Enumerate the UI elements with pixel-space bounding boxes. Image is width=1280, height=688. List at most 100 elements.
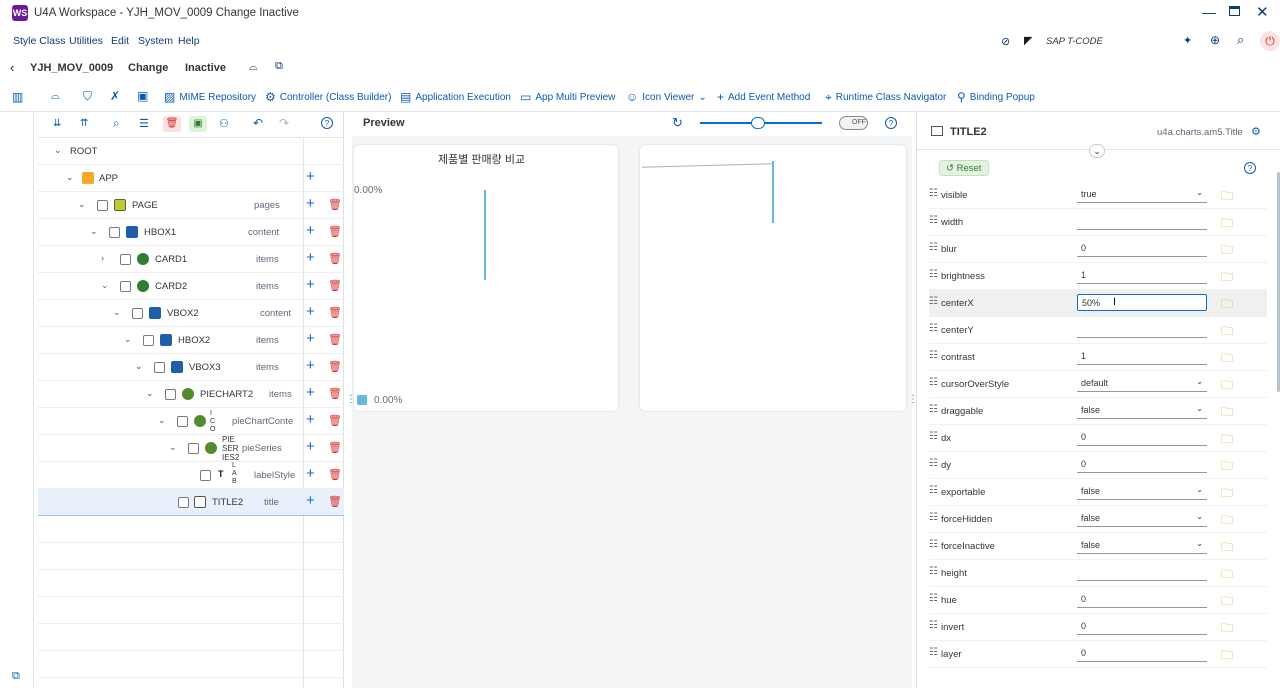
chevron-down-icon[interactable]: ⌄: [124, 334, 132, 345]
tree-row-vbox3[interactable]: ⌄ VBOX3 items + 🗑: [38, 354, 344, 381]
prop-input[interactable]: [1077, 213, 1207, 230]
prop-input[interactable]: 0: [1077, 618, 1207, 635]
mime-repository-button[interactable]: ▨ MIME Repository: [164, 91, 256, 103]
add-child-icon[interactable]: +: [306, 493, 315, 509]
binding-icon[interactable]: ☷: [929, 215, 938, 226]
delete-icon[interactable]: 🗑: [328, 441, 342, 454]
maximize-icon[interactable]: [1229, 6, 1240, 16]
menu-system[interactable]: System: [138, 35, 173, 47]
search-icon[interactable]: ⌕: [1237, 32, 1244, 48]
chevron-down-icon[interactable]: ⌄: [146, 388, 154, 399]
tree-row-pieseries2[interactable]: ⌄ PIE SER IES2 pieSeries + 🗑: [38, 435, 344, 462]
controller-button[interactable]: ⚙ Controller (Class Builder): [265, 91, 391, 103]
prop-select[interactable]: false ⌄: [1077, 510, 1207, 527]
binding-icon[interactable]: ☷: [929, 539, 938, 550]
copy-node-button[interactable]: ▣: [189, 116, 207, 132]
preview-toggle[interactable]: OFF: [839, 116, 868, 130]
menu-edit[interactable]: Edit: [111, 35, 129, 47]
add-child-icon[interactable]: +: [306, 412, 315, 428]
power-button[interactable]: ⏻: [1260, 31, 1280, 51]
prop-select[interactable]: false ⌄: [1077, 402, 1207, 419]
redo-icon[interactable]: ↷: [279, 116, 289, 130]
prop-input[interactable]: 1: [1077, 348, 1207, 365]
tree-row-root[interactable]: ⌄ ROOT: [38, 138, 344, 165]
delete-icon[interactable]: 🗑: [328, 387, 342, 400]
back-icon[interactable]: ‹: [10, 60, 14, 75]
prop-input[interactable]: 1: [1077, 267, 1207, 284]
add-child-icon[interactable]: +: [306, 358, 315, 374]
settings-icon[interactable]: ⚙: [1251, 125, 1261, 138]
tools-icon[interactable]: ✗: [110, 89, 120, 103]
node-checkbox[interactable]: [143, 335, 154, 346]
binding-icon[interactable]: ☷: [929, 323, 938, 334]
node-checkbox[interactable]: [120, 281, 131, 292]
add-event-button[interactable]: + Add Event Method: [717, 91, 810, 103]
chevron-down-icon[interactable]: ⌄: [78, 199, 86, 210]
help-icon[interactable]: ?: [1244, 162, 1256, 174]
folder-icon[interactable]: 🗀: [1221, 484, 1233, 505]
chevron-right-icon[interactable]: ›: [101, 253, 104, 263]
delete-icon[interactable]: 🗑: [328, 360, 342, 373]
prop-select[interactable]: false ⌄: [1077, 537, 1207, 554]
shield-icon[interactable]: ⛉: [83, 89, 92, 104]
folder-icon[interactable]: 🗀: [1221, 511, 1233, 532]
binding-icon[interactable]: ☷: [929, 269, 938, 280]
add-child-icon[interactable]: +: [306, 196, 315, 212]
chevron-down-icon[interactable]: ⌄: [90, 226, 98, 237]
binding-icon[interactable]: ☷: [929, 566, 938, 577]
delete-icon[interactable]: 🗑: [328, 495, 342, 508]
minimize-icon[interactable]: —: [1202, 4, 1216, 20]
folder-icon[interactable]: 🗀: [1221, 376, 1233, 397]
folder-icon[interactable]: 🗀: [1221, 241, 1233, 262]
chevron-down-icon[interactable]: ⌄: [101, 280, 109, 291]
runtime-navigator-button[interactable]: ⌖ Runtime Class Navigator: [825, 91, 946, 103]
add-child-icon[interactable]: +: [306, 277, 315, 293]
binding-icon[interactable]: ☷: [929, 620, 938, 631]
prop-select[interactable]: false ⌄: [1077, 483, 1207, 500]
flag-icon[interactable]: ◤: [1024, 34, 1032, 47]
hide-icon[interactable]: ⊘: [1001, 35, 1010, 48]
prop-input[interactable]: 0: [1077, 240, 1207, 257]
left-resize-handle[interactable]: ⋮: [346, 394, 356, 405]
chevron-down-icon[interactable]: ⌄: [135, 361, 143, 372]
tree-row-piechartcontainer[interactable]: ⌄ I C O pieChartConte + 🗑: [38, 408, 344, 435]
menu-style-class[interactable]: Style Class: [13, 35, 66, 47]
delete-icon[interactable]: 🗑: [328, 279, 342, 292]
chevron-down-icon[interactable]: ⌄: [113, 307, 121, 318]
add-child-icon[interactable]: +: [306, 304, 315, 320]
delete-icon[interactable]: 🗑: [328, 468, 342, 481]
glasses-toolbar-icon[interactable]: ⌓: [51, 90, 60, 103]
binding-icon[interactable]: ☷: [929, 188, 938, 199]
binding-icon[interactable]: ☷: [929, 458, 938, 469]
folder-icon[interactable]: 🗀: [1221, 295, 1233, 316]
folder-icon[interactable]: 🗀: [1221, 187, 1233, 208]
chevron-down-icon[interactable]: ⌄: [169, 442, 177, 453]
node-checkbox[interactable]: [120, 254, 131, 265]
prop-input[interactable]: 0: [1077, 645, 1207, 662]
add-child-icon[interactable]: +: [306, 385, 315, 401]
prop-input[interactable]: 0: [1077, 429, 1207, 446]
open-external-icon[interactable]: ⧉: [275, 60, 283, 73]
node-checkbox[interactable]: [154, 362, 165, 373]
help-icon[interactable]: ?: [885, 117, 897, 129]
slider-handle[interactable]: [751, 117, 765, 129]
node-checkbox[interactable]: [188, 443, 199, 454]
node-checkbox[interactable]: [132, 308, 143, 319]
binding-icon[interactable]: ☷: [929, 593, 938, 604]
navigation-icon[interactable]: ⧉: [12, 670, 20, 683]
chevron-down-icon[interactable]: ⌄: [158, 415, 166, 426]
tree-row-vbox2[interactable]: ⌄ VBOX2 content + 🗑: [38, 300, 344, 327]
multi-preview-button[interactable]: ▭ App Multi Preview: [520, 91, 615, 103]
menu-help[interactable]: Help: [178, 35, 200, 47]
folder-icon[interactable]: 🗀: [1221, 619, 1233, 640]
add-child-icon[interactable]: +: [306, 331, 315, 347]
binding-icon[interactable]: ☷: [929, 431, 938, 442]
tree-row-card2[interactable]: ⌄ CARD2 items + 🗑: [38, 273, 344, 300]
help-icon[interactable]: ?: [321, 117, 333, 129]
folder-icon[interactable]: 🗀: [1221, 538, 1233, 559]
folder-icon[interactable]: 🗀: [1221, 430, 1233, 451]
prop-select[interactable]: default ⌄: [1077, 375, 1207, 392]
tree-row-app[interactable]: ⌄ APP +: [38, 165, 344, 192]
refresh-icon[interactable]: ↻: [672, 115, 683, 131]
tcode-label[interactable]: SAP T-CODE: [1046, 36, 1103, 47]
